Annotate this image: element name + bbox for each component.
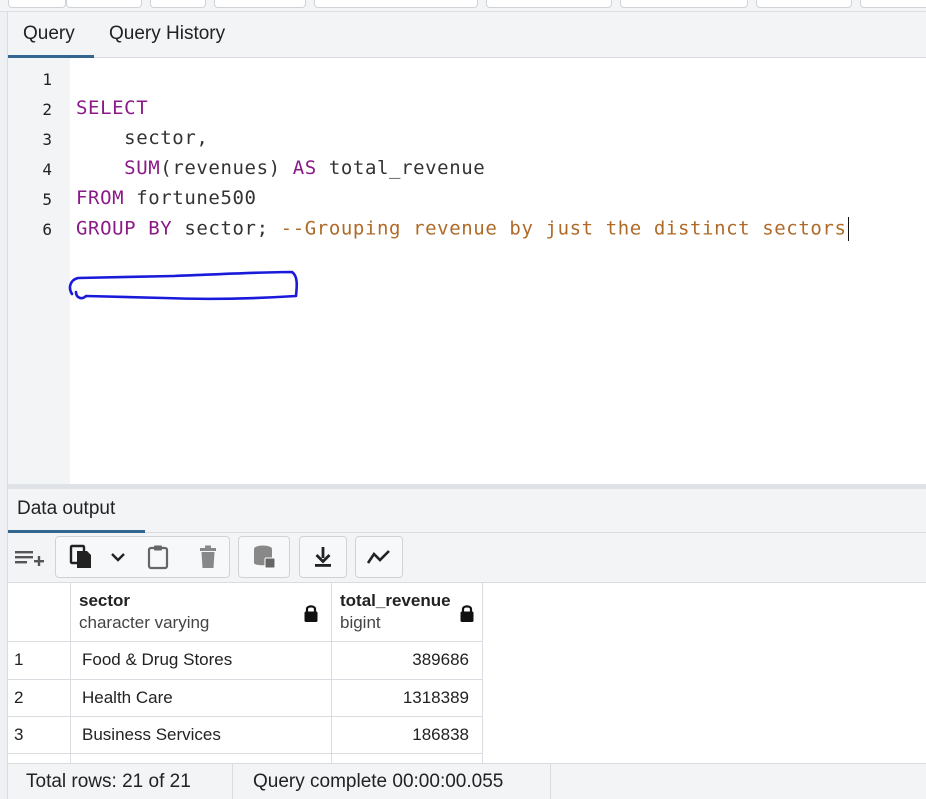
table-cell-total-revenue[interactable]: 389686	[332, 642, 483, 680]
total-rows-status: Total rows: 21 of 21	[8, 764, 233, 799]
line-number: 4	[42, 160, 52, 179]
pen-annotation	[68, 270, 299, 301]
output-toolbar	[8, 533, 926, 583]
code-text: (revenues)	[160, 157, 293, 179]
left-panel-edge	[0, 12, 8, 799]
copy-button[interactable]	[60, 536, 102, 578]
delete-button[interactable]	[190, 536, 226, 578]
toolbar-segment[interactable]	[66, 0, 142, 8]
output-tabs: Data output	[8, 489, 926, 533]
download-icon	[315, 547, 331, 567]
row-number[interactable]: 2	[8, 680, 71, 717]
tab-data-output[interactable]: Data output	[8, 489, 145, 533]
tab-query[interactable]: Query	[8, 12, 94, 58]
delete-icon	[200, 545, 216, 568]
sql-comment: --Grouping revenue by just the distinct …	[280, 217, 847, 240]
toolbar-segment[interactable]	[756, 0, 852, 8]
sql-keyword: GROUP BY	[76, 217, 173, 240]
code-text: sector;	[172, 217, 281, 240]
column-header-total-revenue[interactable]: total_revenue bigint	[332, 583, 483, 642]
lock-icon	[304, 605, 318, 622]
line-number-gutter	[8, 58, 70, 484]
code-line[interactable]: FROM fortune500	[76, 187, 257, 209]
toolbar-segment[interactable]	[8, 0, 66, 8]
column-name: total_revenue	[340, 591, 451, 610]
graph-visualiser-button[interactable]	[355, 536, 403, 578]
row-number[interactable]: 3	[8, 717, 71, 754]
toolbar-segment[interactable]	[860, 0, 926, 8]
toolbar-segment[interactable]	[620, 0, 748, 8]
table-cell-sector[interactable]: Health Care	[71, 680, 332, 717]
paste-icon	[147, 545, 169, 570]
toolbar-segment[interactable]	[314, 0, 478, 8]
toolbar-segment[interactable]	[486, 0, 612, 8]
editor-tabs: Query Query History	[8, 12, 926, 58]
table-cell-sector[interactable]: Food & Drug Stores	[71, 642, 332, 680]
sql-keyword: AS	[292, 157, 317, 179]
add-row-button[interactable]	[8, 536, 52, 578]
save-data-icon	[254, 545, 276, 569]
table-cell-total-revenue[interactable]: 186838	[332, 717, 483, 754]
status-bar: Total rows: 21 of 21 Query complete 00:0…	[8, 763, 926, 799]
code-text: sector,	[124, 127, 209, 149]
sql-keyword: SUM	[124, 157, 161, 179]
line-number: 3	[42, 130, 52, 149]
row-header-corner[interactable]	[8, 583, 71, 642]
sql-keyword: SELECT	[76, 97, 149, 119]
main-toolbar-remnant	[0, 0, 926, 12]
table-row-partial	[8, 754, 71, 763]
code-text: fortune500	[124, 187, 257, 209]
toolbar-segment[interactable]	[150, 0, 206, 8]
column-header-sector[interactable]: sector character varying	[71, 583, 332, 642]
column-type: bigint	[340, 613, 381, 632]
code-text: total_revenue	[316, 157, 486, 179]
code-line[interactable]: sector,	[76, 127, 208, 149]
save-data-button[interactable]	[240, 536, 288, 578]
code-line[interactable]: SELECT	[76, 97, 148, 119]
column-type: character varying	[79, 613, 210, 632]
tab-query-history[interactable]: Query History	[94, 12, 240, 58]
table-cell-total-revenue[interactable]: 1318389	[332, 680, 483, 717]
copy-icon	[69, 544, 91, 568]
result-grid: sector character varying total_revenue b…	[8, 583, 926, 763]
add-row-icon	[15, 551, 44, 566]
line-number: 6	[42, 220, 52, 239]
table-row-partial	[71, 754, 332, 763]
line-number: 1	[42, 70, 52, 89]
chevron-down-icon	[111, 553, 125, 562]
query-time-status: Query complete 00:00:00.055	[233, 764, 551, 799]
sql-editor[interactable]: 1 2 3 4 5 6 SELECT sector, SUM(revenues)…	[8, 58, 926, 484]
lock-icon	[460, 605, 474, 622]
code-line[interactable]: SUM(revenues) AS total_revenue	[76, 157, 485, 179]
table-row-partial	[332, 754, 483, 763]
row-number[interactable]: 1	[8, 642, 71, 680]
download-button[interactable]	[299, 536, 347, 578]
copy-options-dropdown[interactable]	[104, 536, 132, 578]
graph-icon	[366, 550, 390, 564]
paste-button[interactable]	[140, 536, 176, 578]
line-number: 2	[42, 100, 52, 119]
text-cursor	[847, 217, 849, 241]
sql-keyword: FROM	[76, 187, 125, 209]
code-line[interactable]: GROUP BY sector; --Grouping revenue by j…	[76, 217, 849, 241]
column-name: sector	[79, 591, 131, 610]
toolbar-segment[interactable]	[214, 0, 306, 8]
table-cell-sector[interactable]: Business Services	[71, 717, 332, 754]
line-number: 5	[42, 190, 52, 209]
